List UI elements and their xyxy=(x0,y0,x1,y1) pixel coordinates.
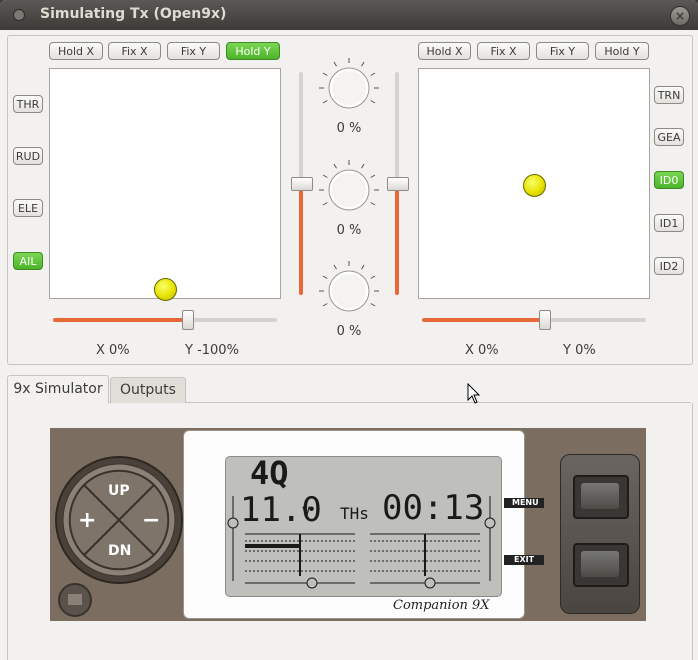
brand-label: Companion 9X xyxy=(393,598,490,613)
right-horizontal-trim-handle[interactable] xyxy=(539,310,551,330)
title-bar: Simulating Tx (Open9x) × xyxy=(0,0,698,30)
window-title: Simulating Tx (Open9x) xyxy=(40,6,227,22)
left-x-readout: X 0% xyxy=(96,343,130,358)
minus-key[interactable]: − xyxy=(142,508,160,533)
tab-9x-simulator[interactable]: 9x Simulator xyxy=(7,375,109,404)
right-button-housing xyxy=(560,454,640,614)
switch-id2[interactable]: ID2 xyxy=(654,257,684,275)
left-stick-ball[interactable] xyxy=(154,278,177,301)
right-x-readout: X 0% xyxy=(465,343,499,358)
plus-key[interactable]: + xyxy=(78,508,96,533)
left-fix-y-button[interactable]: Fix Y xyxy=(167,42,220,60)
switch-id0[interactable]: ID0 xyxy=(654,171,684,189)
pot-2-value: 0 % xyxy=(336,223,362,238)
switch-ail[interactable]: AIL xyxy=(13,252,43,270)
left-fix-x-button[interactable]: Fix X xyxy=(108,42,161,60)
switch-id1[interactable]: ID1 xyxy=(654,214,684,232)
lcd-trim-gauges xyxy=(227,496,496,589)
upper-key[interactable] xyxy=(573,475,629,519)
close-icon[interactable]: × xyxy=(670,6,690,26)
window-menu-icon[interactable] xyxy=(13,9,25,21)
left-horizontal-trim[interactable] xyxy=(53,318,277,322)
right-stick-ball[interactable] xyxy=(523,174,546,197)
right-hold-x-button[interactable]: Hold X xyxy=(418,42,471,60)
exit-key[interactable]: EXIT xyxy=(504,555,544,565)
pot-1-value: 0 % xyxy=(336,121,362,136)
left-vertical-trim-handle[interactable] xyxy=(291,177,313,191)
pot-3-knob[interactable] xyxy=(317,259,381,323)
power-button[interactable] xyxy=(58,583,92,617)
pot-3-value: 0 % xyxy=(336,324,362,339)
left-horizontal-trim-handle[interactable] xyxy=(182,310,194,330)
up-key[interactable]: UP xyxy=(108,483,130,499)
left-hold-y-button[interactable]: Hold Y xyxy=(226,42,280,60)
dpad xyxy=(55,456,183,584)
down-key[interactable]: DN xyxy=(108,543,131,559)
left-hold-x-button[interactable]: Hold X xyxy=(49,42,103,60)
right-fix-x-button[interactable]: Fix X xyxy=(477,42,530,60)
switch-gea[interactable]: GEA xyxy=(654,128,684,146)
switch-trn[interactable]: TRN xyxy=(654,86,684,104)
simulator-window: Simulating Tx (Open9x) × Hold X Fix X Fi… xyxy=(0,0,698,660)
right-stick-area[interactable] xyxy=(418,68,650,299)
radio-simulator: UP DN + − 4Q 11.0 V THs 00:13 MENU EXIT … xyxy=(50,428,646,621)
mouse-cursor-icon xyxy=(467,383,481,404)
switch-thr[interactable]: THR xyxy=(13,95,43,113)
right-hold-y-button[interactable]: Hold Y xyxy=(595,42,649,60)
lower-key[interactable] xyxy=(573,543,629,587)
right-horizontal-trim[interactable] xyxy=(422,318,646,322)
menu-key[interactable]: MENU xyxy=(504,498,544,508)
right-vertical-trim-handle[interactable] xyxy=(387,177,409,191)
pot-1-knob[interactable] xyxy=(317,56,381,120)
right-y-readout: Y 0% xyxy=(563,343,596,358)
left-y-readout: Y -100% xyxy=(185,343,239,358)
left-stick-area[interactable] xyxy=(49,68,281,301)
pot-2-knob[interactable] xyxy=(317,158,381,222)
tab-outputs[interactable]: Outputs xyxy=(110,377,186,403)
switch-ele[interactable]: ELE xyxy=(13,199,43,217)
switch-rud[interactable]: RUD xyxy=(13,147,43,165)
right-fix-y-button[interactable]: Fix Y xyxy=(536,42,589,60)
